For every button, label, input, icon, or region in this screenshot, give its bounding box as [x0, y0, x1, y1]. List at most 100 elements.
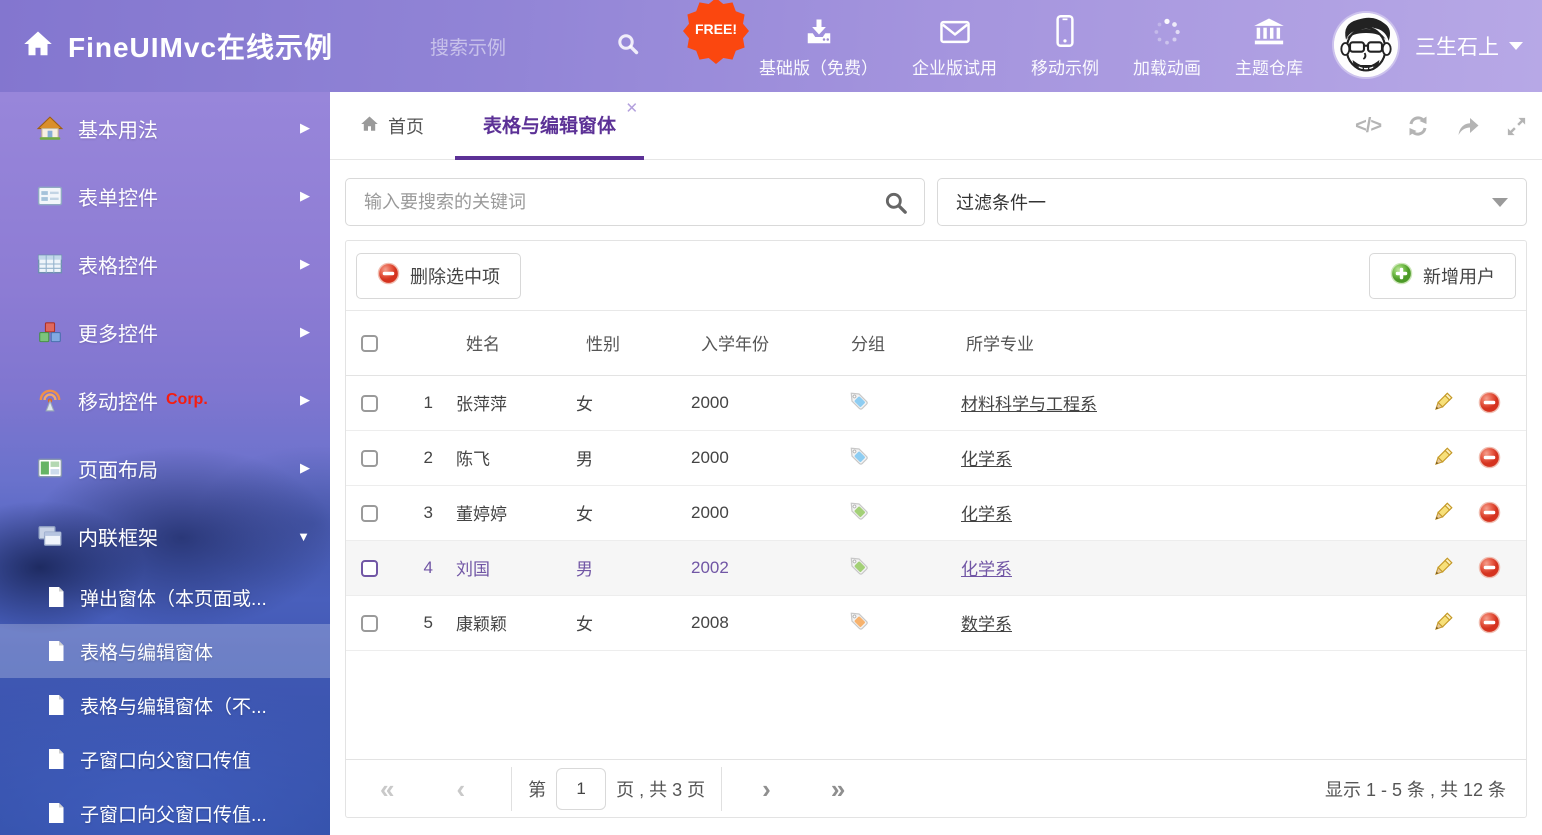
row-checkbox[interactable]	[361, 450, 378, 467]
home-icon	[360, 115, 379, 138]
search-icon	[616, 32, 640, 61]
refresh-icon[interactable]	[1406, 114, 1430, 138]
users-table: 姓名 性别 入学年份 分组 所学专业 1张萍萍女2000材料科学与工程系2陈飞男…	[346, 311, 1526, 651]
tab-tools: </>	[1355, 92, 1528, 160]
delete-icon[interactable]	[1478, 611, 1501, 634]
row-checkbox[interactable]	[361, 615, 378, 632]
row-checkbox[interactable]	[361, 395, 378, 412]
cell-gender: 男	[561, 430, 676, 485]
sidebar-subitem[interactable]: 表格与编辑窗体	[0, 624, 330, 678]
delete-icon[interactable]	[1478, 446, 1501, 469]
row-checkbox[interactable]	[361, 560, 378, 577]
tab-active[interactable]: 表格与编辑窗体 ✕	[455, 92, 644, 160]
first-page-button[interactable]: «	[380, 776, 394, 802]
header-nav-mobile[interactable]: 移动示例	[1014, 0, 1116, 92]
header-nav-mail[interactable]: 企业版试用	[895, 0, 1014, 92]
sidebar-item[interactable]: 移动控件Corp.▶	[0, 366, 330, 434]
home-colored-icon	[36, 115, 64, 141]
chevron-right-icon: ▶	[300, 324, 310, 340]
delete-icon[interactable]	[1478, 501, 1501, 524]
tag-icon	[846, 562, 870, 581]
sidebar-subitem-label: 子窗口向父窗口传值...	[80, 800, 267, 827]
table-row[interactable]: 3董婷婷女2000化学系	[346, 485, 1526, 540]
close-icon[interactable]: ✕	[625, 99, 638, 117]
keyword-search-box	[345, 178, 925, 226]
table-row[interactable]: 4刘国男2002化学系	[346, 540, 1526, 595]
row-index: 1	[396, 375, 441, 430]
cell-major: 材料科学与工程系	[946, 375, 1416, 430]
chevron-right-icon: ▶	[300, 256, 310, 272]
sidebar-subitem[interactable]: 子窗口向父窗口传值	[0, 732, 330, 786]
sidebar-item[interactable]: 更多控件▶	[0, 298, 330, 366]
tab-active-label: 表格与编辑窗体	[483, 111, 616, 138]
brand[interactable]: FineUIMvc在线示例	[22, 0, 333, 92]
edit-icon[interactable]	[1431, 501, 1454, 524]
sidebar-subitem[interactable]: 子窗口向父窗口传值...	[0, 786, 330, 835]
major-link[interactable]: 材料科学与工程系	[961, 395, 1097, 414]
fullscreen-icon[interactable]	[1505, 115, 1528, 138]
edit-icon[interactable]	[1431, 446, 1454, 469]
select-all-checkbox[interactable]	[361, 335, 378, 352]
table-row[interactable]: 2陈飞男2000化学系	[346, 430, 1526, 485]
sidebar-item[interactable]: 基本用法▶	[0, 94, 330, 162]
add-user-button[interactable]: 新增用户	[1369, 253, 1516, 299]
page-icon	[44, 693, 68, 717]
filter-dropdown-value: 过滤条件一	[956, 189, 1046, 215]
sidebar-item[interactable]: 页面布局▶	[0, 434, 330, 502]
major-link[interactable]: 数学系	[961, 615, 1012, 634]
column-group: 分组	[831, 311, 946, 375]
user-menu[interactable]: 三生石上	[1415, 0, 1523, 92]
table-row[interactable]: 1张萍萍女2000材料科学与工程系	[346, 375, 1526, 430]
cell-group	[831, 430, 946, 485]
keyword-search-input[interactable]	[346, 179, 924, 225]
chevron-down-icon	[1509, 42, 1523, 50]
edit-icon[interactable]	[1431, 611, 1454, 634]
spinner-icon	[1152, 13, 1182, 47]
page-label-before: 第	[528, 776, 546, 802]
free-badge: FREE!	[682, 0, 750, 65]
header-nav-label: 移动示例	[1031, 54, 1099, 79]
column-actions	[1416, 311, 1526, 375]
sidebar-item-label: 表格控件	[78, 250, 158, 279]
sidebar-subitem[interactable]: 弹出窗体（本页面或...	[0, 570, 330, 624]
delete-icon[interactable]	[1478, 391, 1501, 414]
page-icon	[44, 801, 68, 825]
delete-icon[interactable]	[1478, 556, 1501, 579]
delete-selected-button[interactable]: 删除选中项	[356, 253, 521, 299]
next-page-button[interactable]: ›	[762, 776, 771, 802]
search-icon[interactable]	[883, 190, 909, 221]
delete-selected-label: 删除选中项	[410, 263, 500, 289]
table-row[interactable]: 5康颖颖女2008数学系	[346, 595, 1526, 650]
header-nav-download[interactable]: 基础版（免费）	[742, 0, 895, 92]
cell-group	[831, 595, 946, 650]
header-nav-spinner[interactable]: 加载动画	[1116, 0, 1218, 92]
sidebar-item[interactable]: 内联框架▼	[0, 502, 330, 570]
cell-gender: 女	[561, 375, 676, 430]
sidebar-subitem[interactable]: 表格与编辑窗体（不...	[0, 678, 330, 732]
header-search[interactable]: 搜索示例	[430, 0, 640, 92]
row-checkbox[interactable]	[361, 505, 378, 522]
major-link[interactable]: 化学系	[961, 450, 1012, 469]
plus-circle-icon	[1390, 262, 1413, 290]
edit-icon[interactable]	[1431, 556, 1454, 579]
sidebar-item-label: 基本用法	[78, 114, 158, 143]
sidebar-item[interactable]: 表单控件▶	[0, 162, 330, 230]
user-name: 三生石上	[1415, 31, 1499, 61]
edit-icon[interactable]	[1431, 391, 1454, 414]
major-link[interactable]: 化学系	[961, 560, 1012, 579]
tab-home[interactable]: 首页	[360, 92, 424, 160]
cell-group	[831, 485, 946, 540]
header-nav-bank[interactable]: 主题仓库	[1218, 0, 1320, 92]
major-link[interactable]: 化学系	[961, 505, 1012, 524]
page-number-input[interactable]	[556, 768, 606, 810]
open-new-window-icon[interactable]	[1455, 114, 1480, 138]
sidebar-subitem-label: 子窗口向父窗口传值	[80, 746, 251, 773]
filter-dropdown[interactable]: 过滤条件一	[937, 178, 1527, 226]
avatar[interactable]	[1334, 13, 1398, 77]
minus-circle-icon	[377, 262, 400, 290]
view-source-icon[interactable]: </>	[1355, 115, 1381, 138]
prev-page-button[interactable]: ‹	[456, 776, 465, 802]
last-page-button[interactable]: »	[831, 776, 845, 802]
table-header-row: 姓名 性别 入学年份 分组 所学专业	[346, 311, 1526, 375]
sidebar-item[interactable]: 表格控件 ▶	[0, 230, 330, 298]
